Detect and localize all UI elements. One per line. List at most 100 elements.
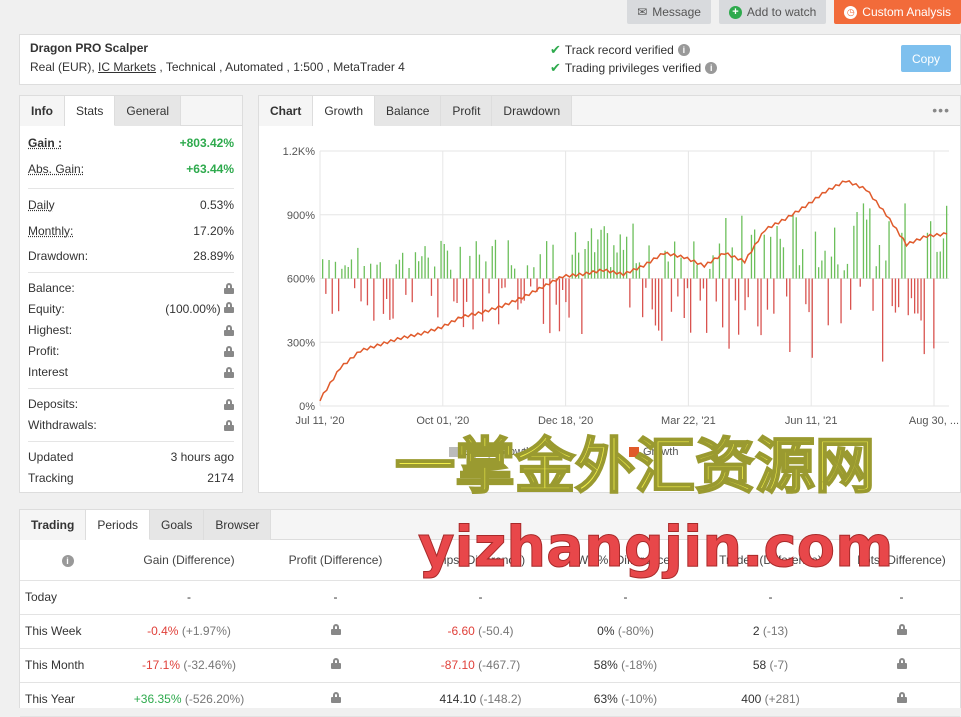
growth-bar: [558, 278, 561, 332]
growth-bar: [526, 265, 529, 279]
growth-bar: [917, 278, 919, 314]
growth-bar: [501, 278, 503, 289]
growth-bar: [322, 259, 324, 279]
growth-bar: [350, 259, 353, 279]
growth-bar: [629, 278, 631, 308]
growth-bar: [677, 278, 679, 297]
info-icon[interactable]: i: [61, 555, 74, 568]
growth-bar: [878, 245, 881, 279]
growth-bar: [674, 241, 676, 279]
tab-periods[interactable]: Periods: [86, 510, 151, 540]
legend-equity-growth[interactable]: Equity Growth: [449, 446, 532, 458]
tab-drawdown[interactable]: Drawdown: [492, 96, 573, 126]
growth-bar: [334, 261, 337, 279]
growth-bar: [331, 278, 333, 314]
info-icon[interactable]: i: [677, 44, 690, 56]
growth-bar: [434, 266, 436, 279]
growth-bar: [664, 250, 666, 279]
clock-icon: ◷: [844, 5, 858, 19]
growth-bar: [635, 263, 637, 279]
periods-panel: Trading Periods Goals Browser i Gain (Di…: [19, 509, 961, 717]
growth-bar: [430, 278, 433, 296]
table-row: This Week -0.4% (+1.97%) -6.60 (-50.4) 0% (…: [20, 614, 960, 649]
growth-bar: [370, 263, 372, 279]
growth-bar: [411, 278, 413, 303]
growth-bar: [520, 278, 522, 304]
lock-icon: [224, 324, 234, 336]
stats-panel: Info Stats General Gain : +803.42% Abs. …: [19, 95, 243, 493]
growth-bar: [651, 278, 653, 310]
growth-bar: [776, 226, 778, 279]
growth-bar: [555, 278, 557, 305]
tab-goals[interactable]: Goals: [150, 510, 205, 540]
growth-bar: [741, 215, 743, 279]
growth-bar: [376, 264, 378, 279]
tab-chart[interactable]: Chart: [259, 96, 314, 126]
growth-bar: [568, 278, 570, 318]
growth-bar: [808, 278, 810, 313]
add-to-watch-button[interactable]: + Add to watch: [718, 0, 827, 24]
chart-tabs: Chart Growth Balance Profit Drawdown: [259, 96, 960, 126]
growth-bar: [779, 238, 781, 279]
legend-growth[interactable]: Growth: [629, 446, 678, 458]
growth-bar: [859, 278, 861, 287]
stat-tracking: Tracking 2174: [28, 471, 234, 485]
tab-balance[interactable]: Balance: [375, 96, 442, 126]
tab-info[interactable]: Info: [20, 96, 65, 126]
legend-swatch: [629, 447, 639, 457]
chart-panel: Chart Growth Balance Profit Drawdown •••…: [258, 95, 961, 493]
growth-bar: [728, 278, 730, 349]
growth-bar: [661, 278, 663, 341]
growth-bar: [594, 252, 596, 279]
growth-bar: [443, 244, 445, 279]
growth-bar: [450, 269, 452, 279]
growth-bar: [402, 252, 404, 279]
growth-bar: [766, 278, 769, 310]
check-icon: ✔: [550, 42, 561, 57]
stat-updated: Updated 3 hours ago: [28, 450, 234, 464]
tab-trading[interactable]: Trading: [20, 510, 87, 540]
growth-bar: [837, 264, 839, 279]
lock-icon: [224, 302, 234, 313]
growth-bar: [562, 278, 564, 290]
growth-bar: [405, 278, 407, 295]
x-tick-label: Aug 30, ...: [909, 415, 959, 427]
message-button[interactable]: ✉ Message: [627, 0, 711, 24]
lock-icon: [224, 398, 234, 410]
growth-bar: [754, 229, 756, 279]
info-icon[interactable]: i: [705, 62, 718, 74]
growth-bar: [773, 278, 775, 314]
tab-profit[interactable]: Profit: [441, 96, 493, 126]
growth-bar: [389, 278, 391, 320]
check-icon: ✔: [550, 60, 561, 75]
stat-profit: Profit:: [28, 341, 234, 361]
lock-icon: [896, 692, 907, 703]
tab-browser[interactable]: Browser: [204, 510, 272, 540]
growth-bar: [475, 241, 477, 279]
growth-bar: [786, 278, 788, 297]
table-row: This Year +36.35% (-526.20%) 414.10 (-148.…: [20, 682, 960, 717]
growth-bar: [491, 246, 493, 279]
custom-analysis-button[interactable]: ◷ Custom Analysis: [834, 0, 961, 24]
y-tick-label: 300%: [287, 337, 315, 349]
col-lots: Lots (Difference): [843, 541, 960, 581]
growth-bar: [437, 278, 439, 318]
lock-icon: [224, 366, 234, 378]
periods-tabs: Trading Periods Goals Browser: [20, 510, 960, 540]
broker-link[interactable]: IC Markets: [98, 60, 156, 74]
growth-bar: [574, 232, 577, 279]
growth-bar: [920, 278, 922, 321]
growth-bar: [386, 278, 388, 299]
lock-icon: [224, 282, 234, 294]
col-pips: Pips (Difference): [408, 541, 553, 581]
system-header: Dragon PRO Scalper Real (EUR), IC Market…: [19, 34, 961, 85]
tab-growth[interactable]: Growth: [313, 96, 376, 126]
growth-bar: [459, 246, 461, 279]
growth-bar: [792, 213, 794, 279]
tab-stats[interactable]: Stats: [65, 96, 116, 126]
growth-bar: [530, 278, 532, 287]
tab-general[interactable]: General: [115, 96, 182, 126]
more-options-icon[interactable]: •••: [932, 102, 950, 118]
growth-bar: [462, 278, 465, 328]
copy-button[interactable]: Copy: [901, 45, 951, 72]
